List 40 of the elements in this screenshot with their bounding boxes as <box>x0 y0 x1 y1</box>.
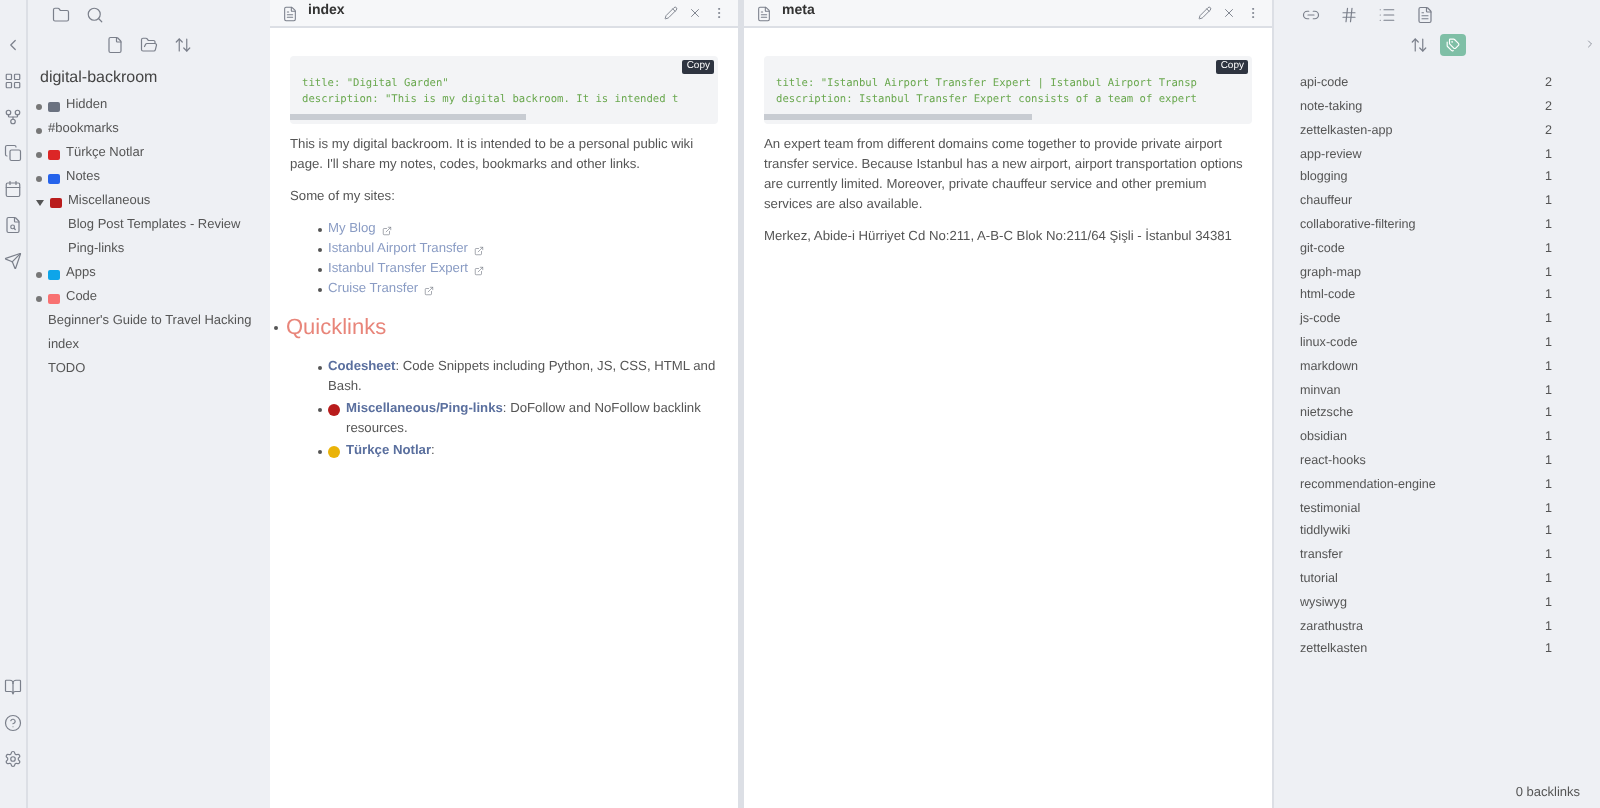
file-search-icon[interactable] <box>4 216 22 234</box>
grid-icon[interactable] <box>4 72 22 90</box>
collapsed-bullet-icon[interactable] <box>36 103 42 109</box>
sort-icon[interactable] <box>1409 35 1427 53</box>
external-link-icon[interactable] <box>474 265 485 275</box>
send-icon[interactable] <box>4 252 22 270</box>
collapsed-bullet-icon[interactable] <box>36 271 42 277</box>
edit-icon[interactable] <box>664 6 678 20</box>
collapsed-bullet-icon[interactable] <box>36 295 42 301</box>
hash-icon[interactable] <box>1340 5 1358 23</box>
expanded-caret-icon[interactable] <box>36 199 44 205</box>
vault-name: digital-backroom <box>38 66 160 90</box>
help-icon[interactable] <box>4 714 22 732</box>
new-note-icon[interactable] <box>106 36 124 54</box>
link-icon[interactable] <box>1302 5 1320 23</box>
close-icon[interactable] <box>688 6 702 20</box>
folder-icon[interactable] <box>52 5 70 23</box>
list-icon[interactable] <box>1378 5 1396 23</box>
new-folder-icon[interactable] <box>140 36 158 54</box>
collapsed-bullet-icon[interactable] <box>36 127 42 133</box>
collapsed-bullet-icon[interactable] <box>36 175 42 181</box>
settings-icon[interactable] <box>4 750 22 768</box>
collapse-icon[interactable] <box>4 36 22 54</box>
close-icon[interactable] <box>1222 6 1236 20</box>
tag-view-toggle[interactable] <box>1439 33 1465 55</box>
document-icon[interactable] <box>282 5 298 21</box>
external-link-icon[interactable] <box>424 285 435 295</box>
section-heading: Quicklinks <box>286 314 387 344</box>
edit-icon[interactable] <box>1198 6 1212 20</box>
collapsed-bullet-icon[interactable] <box>36 151 42 157</box>
copy-icon[interactable] <box>4 144 22 162</box>
sort-icon[interactable] <box>174 36 192 54</box>
book-icon[interactable] <box>4 678 22 696</box>
external-link-icon[interactable] <box>381 225 392 235</box>
calendar-icon[interactable] <box>4 180 22 198</box>
document-icon[interactable] <box>756 5 772 21</box>
document-icon[interactable] <box>1416 5 1434 23</box>
graph-icon[interactable] <box>4 108 22 126</box>
search-icon[interactable] <box>86 5 104 23</box>
external-link-icon[interactable] <box>474 245 484 255</box>
